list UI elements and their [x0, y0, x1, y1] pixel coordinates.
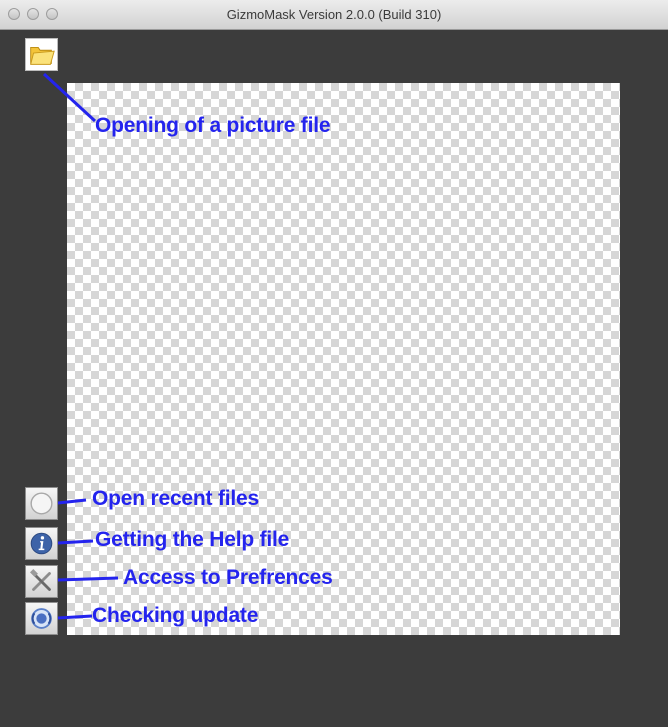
- image-canvas[interactable]: [67, 83, 620, 635]
- annotation-check-update: Checking update: [92, 604, 259, 627]
- annotation-open-file: Opening of a picture file: [95, 114, 331, 137]
- app-window: GizmoMask Version 2.0.0 (Build 310) Open…: [0, 0, 668, 727]
- recent-files-button[interactable]: [25, 487, 58, 520]
- clock-icon: [30, 492, 53, 515]
- annotation-preferences: Access to Prefrences: [123, 566, 333, 589]
- preferences-button[interactable]: [25, 565, 58, 598]
- window-title: GizmoMask Version 2.0.0 (Build 310): [226, 7, 442, 22]
- check-update-button[interactable]: [25, 602, 58, 635]
- update-icon: [31, 608, 52, 629]
- open-file-button[interactable]: [25, 38, 58, 71]
- folder-icon: [30, 46, 55, 65]
- title-bar[interactable]: GizmoMask Version 2.0.0 (Build 310): [0, 0, 668, 30]
- annotation-help-file: Getting the Help file: [95, 528, 290, 551]
- help-button[interactable]: [25, 527, 58, 560]
- tools-icon: [29, 569, 51, 591]
- annotation-recent-files: Open recent files: [92, 487, 259, 510]
- info-icon: [30, 532, 53, 555]
